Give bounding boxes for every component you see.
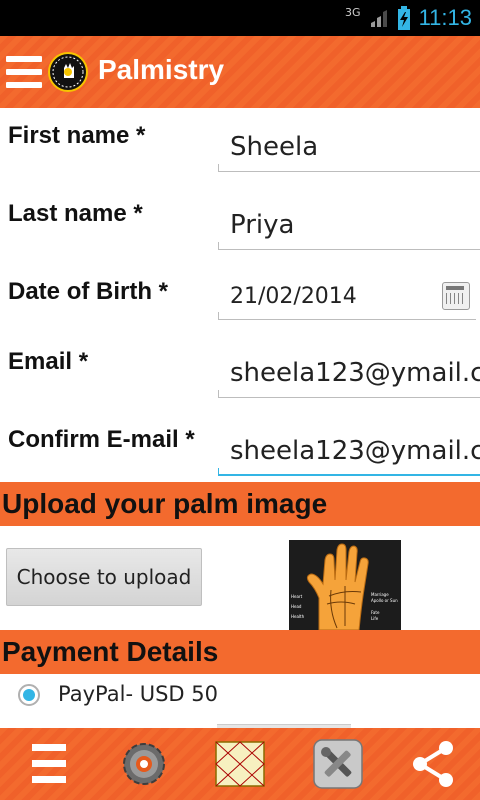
status-icons: 3G 11:13 [345,4,472,32]
upload-section-title: Upload your palm image [2,488,328,519]
clock: 11:13 [418,5,472,30]
tools-icon[interactable] [312,738,364,790]
palm-label-apollo: Apollo or Sun [371,598,398,603]
app-logo [48,52,88,92]
palm-label-marriage: Marriage [371,592,389,597]
settings-gear-icon[interactable] [118,738,170,790]
email-label: Email * [8,348,89,375]
status-bar: 3G 11:13 [0,0,480,36]
upload-section-header: Upload your palm image [0,482,480,526]
palm-label-fate: Fate [371,610,380,615]
email-field[interactable]: sheela123@ymail.c [218,338,480,398]
menu-icon[interactable] [6,48,42,96]
palm-label-head: Head [291,604,302,609]
payment-section-header: Payment Details [0,630,480,674]
first-name-label: First name * [8,122,146,149]
confirm-email-field[interactable]: sheela123@ymail.c [218,416,480,476]
email-value: sheela123@ymail.c [230,358,480,388]
horoscope-chart-icon[interactable] [214,738,266,790]
choose-to-upload-button[interactable]: Choose to upload [6,548,202,606]
date-of-birth-field[interactable]: 21/02/2014 [218,260,476,320]
first-name-field[interactable]: Sheela [218,112,480,172]
palm-label-heart: Heart [291,594,303,599]
confirm-email-value: sheela123@ymail.c [230,436,480,466]
palm-label-life: Life [371,616,379,621]
first-name-value: Sheela [230,132,319,162]
confirm-email-label: Confirm E-mail * [8,426,195,453]
app-title: Palmistry [98,54,225,85]
paypal-radio[interactable] [18,684,40,706]
payment-section-title: Payment Details [2,636,219,667]
last-name-label: Last name * [8,200,143,227]
date-of-birth-label: Date of Birth * [8,278,169,305]
calendar-icon[interactable] [442,282,470,310]
last-name-value: Priya [230,210,295,240]
palm-image: Heart Head Health Marriage Apollo or Sun… [289,540,401,630]
share-icon[interactable] [408,738,460,790]
app-bar: Palmistry [0,36,480,108]
menu-icon[interactable] [26,738,78,790]
battery-charging-icon [397,6,410,30]
palm-label-health: Health [291,614,305,619]
bottom-nav-bar [0,728,480,800]
signal-icon [370,10,387,27]
last-name-field[interactable]: Priya [218,190,480,250]
form-content: First name * Sheela Last name * Priya Da… [0,108,480,728]
date-of-birth-value: 21/02/2014 [230,284,357,309]
network-type-label: 3G [345,5,361,19]
paypal-option-label[interactable]: PayPal- USD 50 [58,682,218,706]
